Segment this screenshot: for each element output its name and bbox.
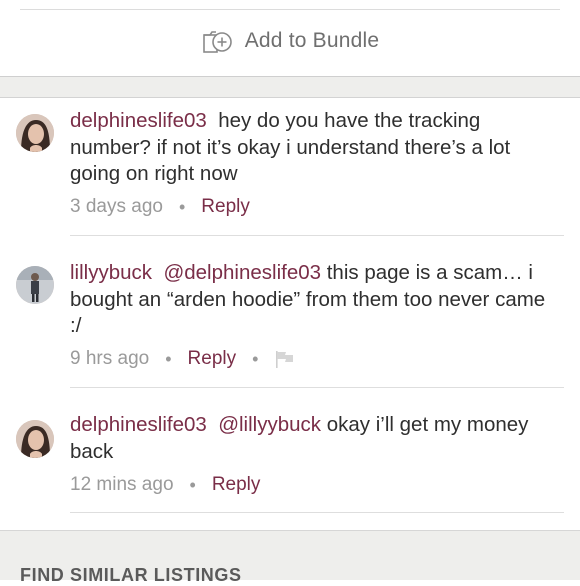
username-link[interactable]: lillyybuck — [70, 261, 152, 284]
meta-separator: • — [189, 474, 196, 495]
bundle-section: Add to Bundle — [0, 0, 580, 76]
comment-meta: 3 days ago • Reply — [70, 196, 250, 218]
comment-text: delphineslife03 @lillyybuck okay i’ll ge… — [70, 412, 562, 465]
mention-link[interactable]: @lillyybuck — [218, 413, 321, 436]
comment-divider — [70, 387, 564, 388]
top-divider — [20, 9, 560, 10]
meta-separator: • — [178, 196, 186, 217]
add-to-bundle-label: Add to Bundle — [244, 29, 380, 52]
meta-separator: • — [165, 348, 172, 369]
section-heading: FIND SIMILAR LISTINGS — [20, 565, 242, 585]
comment-meta: 9 hrs ago • Reply • — [70, 348, 296, 370]
reply-link[interactable]: Reply — [188, 348, 237, 370]
username-link[interactable]: delphineslife03 — [70, 413, 207, 436]
mention-link[interactable]: @delphineslife03 — [163, 261, 321, 284]
comment-text: delphineslife03 hey do you have the trac… — [70, 108, 562, 188]
avatar[interactable] — [16, 266, 54, 304]
reply-link[interactable]: Reply — [212, 474, 261, 496]
comment-timestamp: 9 hrs ago — [70, 348, 150, 369]
avatar[interactable] — [16, 420, 54, 458]
avatar[interactable] — [16, 114, 54, 152]
username-link[interactable]: delphineslife03 — [70, 109, 207, 132]
add-to-bundle-icon — [201, 28, 235, 54]
section-divider — [0, 76, 580, 98]
comment-timestamp: 12 mins ago — [70, 474, 174, 495]
comment-divider — [70, 512, 564, 513]
comment-divider — [70, 235, 564, 236]
reply-link[interactable]: Reply — [201, 196, 250, 218]
add-to-bundle-button[interactable]: Add to Bundle — [0, 24, 580, 58]
meta-separator: • — [252, 348, 259, 369]
similar-listings-section: FIND SIMILAR LISTINGS — [0, 530, 580, 585]
comment-text: lillyybuck @delphineslife03 this page is… — [70, 260, 562, 340]
flag-icon[interactable] — [274, 349, 296, 369]
comment-meta: 12 mins ago • Reply — [70, 474, 260, 496]
comment-timestamp: 3 days ago — [70, 196, 163, 217]
